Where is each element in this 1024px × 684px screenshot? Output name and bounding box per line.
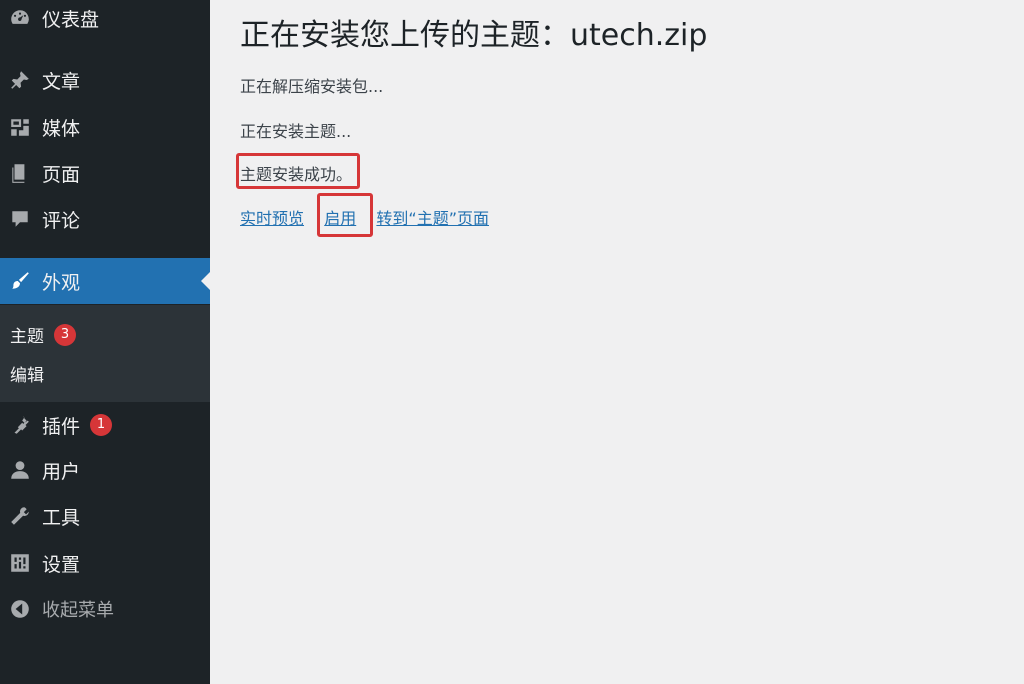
plugins-update-badge: 1 <box>90 414 113 436</box>
menu-label-plugins: 插件 <box>42 415 81 438</box>
status-line-success: 主题安装成功。 <box>240 165 353 184</box>
dashboard-icon <box>0 7 40 29</box>
menu-item-appearance[interactable]: 外观 <box>0 258 210 304</box>
media-icon <box>0 116 40 138</box>
status-line-unpacking: 正在解压缩安装包... <box>240 77 384 96</box>
menu-item-settings[interactable]: 设置 <box>0 540 210 586</box>
pushpin-icon <box>0 69 40 91</box>
menu-item-comments[interactable]: 评论 <box>0 196 210 242</box>
appearance-submenu: 主题 3 编辑 <box>0 305 210 402</box>
pages-icon <box>0 162 40 184</box>
themes-update-badge: 3 <box>54 323 76 346</box>
menu-label-settings: 设置 <box>42 553 81 576</box>
menu-label-comments: 评论 <box>42 209 81 232</box>
submenu-item-themes[interactable]: 主题 3 <box>10 322 76 347</box>
live-preview-link[interactable]: 实时预览 <box>240 209 304 228</box>
wrench-icon <box>0 505 40 527</box>
menu-label-posts: 文章 <box>42 70 81 93</box>
settings-icon <box>0 552 40 574</box>
admin-sidebar: 仪表盘 文章 媒体 页面 评论 外观 主题 3 编辑 插件 1 用户 工具 设置… <box>0 0 210 684</box>
user-icon <box>0 459 40 481</box>
menu-item-tools[interactable]: 工具 <box>0 493 210 539</box>
goto-themes-link[interactable]: 转到“主题”页面 <box>376 209 489 228</box>
menu-label-media: 媒体 <box>42 117 81 140</box>
menu-label-collapse: 收起菜单 <box>42 600 114 621</box>
menu-item-plugins[interactable]: 插件 1 <box>0 402 210 448</box>
status-line-installing: 正在安装主题... <box>240 122 352 141</box>
plugin-icon <box>0 414 40 436</box>
menu-item-posts[interactable]: 文章 <box>0 57 210 103</box>
theme-actions: 实时预览 启用 转到“主题”页面 <box>240 205 489 229</box>
submenu-label-editor: 编辑 <box>10 366 44 386</box>
menu-label-users: 用户 <box>42 460 81 483</box>
menu-label-pages: 页面 <box>42 163 81 186</box>
page-title: 正在安装您上传的主题：utech.zip <box>240 18 708 53</box>
submenu-item-editor[interactable]: 编辑 <box>10 361 44 386</box>
menu-label-appearance: 外观 <box>42 271 81 294</box>
menu-item-media[interactable]: 媒体 <box>0 104 210 150</box>
collapse-menu-button[interactable]: 收起菜单 <box>0 586 210 632</box>
menu-label-tools: 工具 <box>42 506 81 529</box>
collapse-icon <box>0 598 40 620</box>
comment-icon <box>0 208 40 230</box>
menu-item-pages[interactable]: 页面 <box>0 150 210 196</box>
activate-link[interactable]: 启用 <box>324 209 356 228</box>
submenu-label-themes: 主题 <box>10 327 44 347</box>
paintbrush-icon <box>0 270 40 292</box>
menu-item-dashboard[interactable]: 仪表盘 <box>0 0 210 41</box>
menu-label-dashboard: 仪表盘 <box>42 8 100 31</box>
menu-item-users[interactable]: 用户 <box>0 447 210 493</box>
